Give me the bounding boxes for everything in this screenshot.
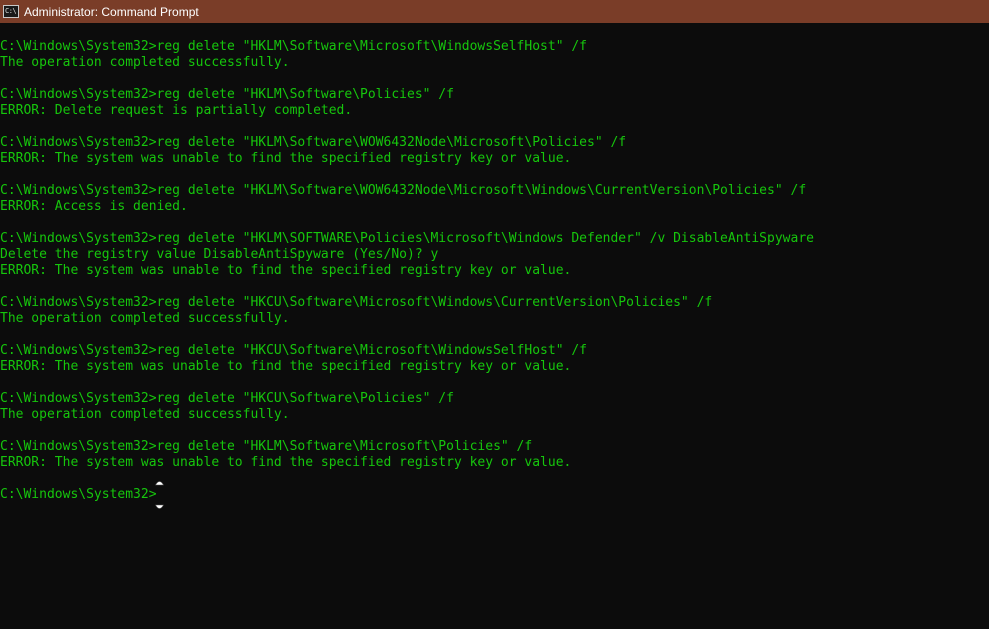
output-line: ERROR: The system was unable to find the… xyxy=(0,151,572,166)
console-output[interactable]: C:\Windows\System32>reg delete "HKLM\Sof… xyxy=(0,39,989,629)
prompt-line: C:\Windows\System32>reg delete "HKLM\SOF… xyxy=(0,231,814,246)
window-title: Administrator: Command Prompt xyxy=(24,4,199,19)
output-line: The operation completed successfully. xyxy=(0,55,290,70)
title-bar[interactable]: C:\ Administrator: Command Prompt xyxy=(0,0,989,23)
output-line: ERROR: The system was unable to find the… xyxy=(0,263,572,278)
command-prompt-icon: C:\ xyxy=(3,5,19,18)
text-cursor-bottom-icon xyxy=(155,504,164,509)
text-cursor-top-icon xyxy=(155,481,164,486)
prompt-line: C:\Windows\System32>reg delete "HKCU\Sof… xyxy=(0,295,713,310)
prompt-line: C:\Windows\System32>reg delete "HKCU\Sof… xyxy=(0,343,587,358)
prompt-line: C:\Windows\System32>reg delete "HKLM\Sof… xyxy=(0,135,627,150)
output-line: ERROR: Delete request is partially compl… xyxy=(0,103,353,118)
output-line: ERROR: The system was unable to find the… xyxy=(0,359,572,374)
output-line: ERROR: Access is denied. xyxy=(0,199,188,214)
prompt-line: C:\Windows\System32>reg delete "HKLM\Sof… xyxy=(0,439,533,454)
command-prompt-window[interactable]: C:\ Administrator: Command Prompt C:\Win… xyxy=(0,0,989,629)
prompt-line: C:\Windows\System32>reg delete "HKLM\Sof… xyxy=(0,39,587,54)
output-line: The operation completed successfully. xyxy=(0,407,290,422)
prompt-line: C:\Windows\System32> xyxy=(0,487,157,502)
prompt-line: C:\Windows\System32>reg delete "HKLM\Sof… xyxy=(0,183,807,198)
output-line: ERROR: The system was unable to find the… xyxy=(0,455,572,470)
prompt-line: C:\Windows\System32>reg delete "HKCU\Sof… xyxy=(0,391,454,406)
output-line: The operation completed successfully. xyxy=(0,311,290,326)
output-line: Delete the registry value DisableAntiSpy… xyxy=(0,247,439,262)
prompt-line: C:\Windows\System32>reg delete "HKLM\Sof… xyxy=(0,87,454,102)
